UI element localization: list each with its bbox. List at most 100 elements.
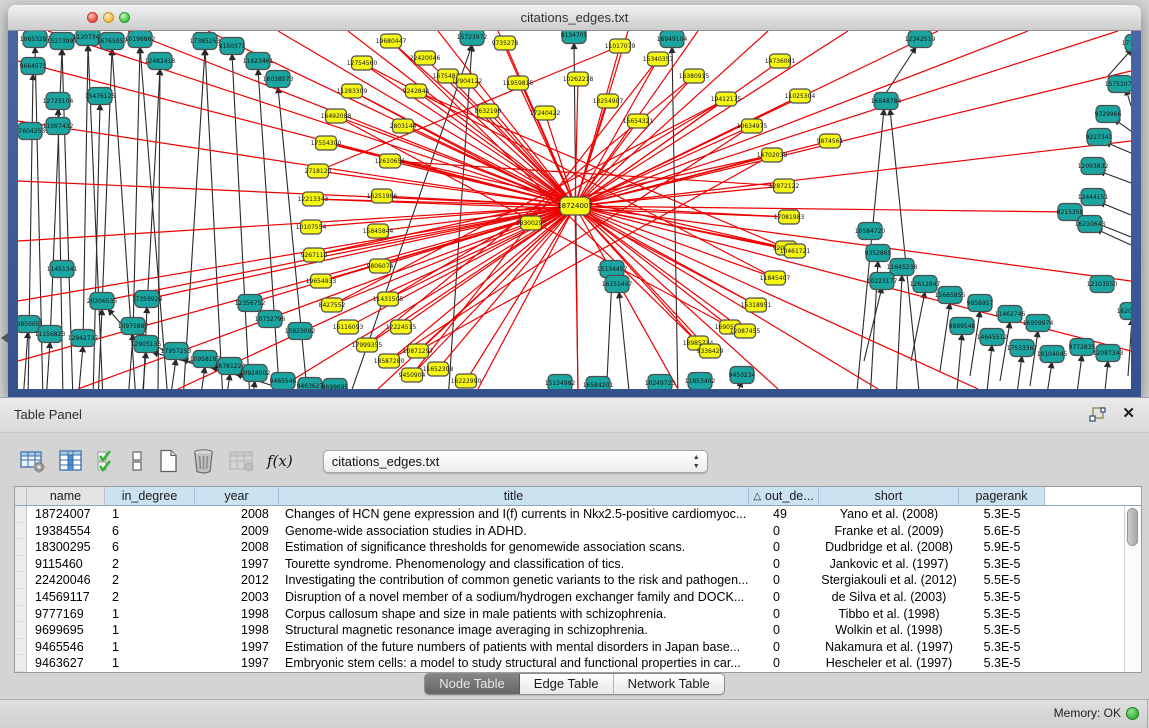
graph-edge-black[interactable] [258,69,280,389]
graph-edge-black[interactable] [986,345,992,389]
graph-edge-black[interactable] [28,74,33,389]
table-row[interactable]: 977716911998Corpus callosum shape and si… [15,606,1124,623]
graph-edge-red[interactable] [505,43,575,206]
table-cell[interactable]: 2 [105,572,195,589]
table-row[interactable]: 1456911722003Disruption of a novel membe… [15,589,1124,606]
table-cell[interactable]: 1997 [195,556,279,573]
graph-edge-black[interactable] [183,49,205,389]
function-builder-icon[interactable]: f(x) [267,452,293,470]
table-source-select[interactable]: citations_edges.txt ▲▼ [323,450,708,473]
graph-edge-black[interactable] [1128,319,1131,376]
table-cell[interactable]: Franke et al. (2009) [819,523,959,540]
close-panel-icon[interactable]: ✕ [1122,404,1135,422]
column-header-in-degree[interactable]: in_degree [105,487,195,505]
table-cell[interactable]: Corpus callosum shape and size in male p… [279,606,749,623]
table-cell[interactable]: 0 [749,639,819,656]
table-row[interactable]: 946362711997Embryonic stem cells: a mode… [15,655,1124,672]
table-cell[interactable]: Nakamura et al. (1997) [819,639,959,656]
row-height-icon[interactable] [130,449,145,473]
delete-column-icon[interactable] [191,448,216,474]
table-body[interactable]: 1872400712008Changes of HCN gene express… [15,506,1124,672]
vertical-scrollbar[interactable] [1124,506,1141,672]
table-cell[interactable]: 0 [749,655,819,672]
graph-edge-red[interactable] [478,206,575,389]
graph-edge-black[interactable] [205,49,223,389]
table-row[interactable]: 2242004622012Investigating the contribut… [15,572,1124,589]
tab-network-table[interactable]: Network Table [614,674,724,694]
graph-edge-black[interactable] [940,303,950,371]
table-cell[interactable]: Tourette syndrome. Phenomenology and cla… [279,556,749,573]
table-cell[interactable]: 1998 [195,622,279,639]
graph-edge-red[interactable] [575,126,752,206]
graph-edge-black[interactable] [232,54,250,389]
graph-edge-black[interactable] [1016,356,1022,389]
memory-status-indicator[interactable] [1126,707,1139,720]
graph-edge-red[interactable] [391,41,575,206]
graph-edge-black[interactable] [1046,362,1052,389]
graph-edge-black[interactable] [911,292,925,361]
table-cell[interactable]: 19384554 [27,523,105,540]
table-cell[interactable]: 5.6E-5 [959,523,1045,540]
table-cell[interactable]: 2 [105,556,195,573]
table-cell[interactable]: 2009 [195,523,279,540]
graph-edge-red[interactable] [575,206,778,389]
graph-edge-red[interactable] [18,206,575,301]
table-row[interactable]: 1872400712008Changes of HCN gene express… [15,506,1124,523]
column-header-pagerank[interactable]: pagerank [959,487,1045,505]
table-cell[interactable]: 0 [749,556,819,573]
table-cell[interactable]: 5.3E-5 [959,639,1045,656]
table-cell[interactable]: 1998 [195,606,279,623]
table-cell[interactable]: Dudbridge et al. (2008) [819,539,959,556]
graph-edge-black[interactable] [1076,355,1082,389]
table-cell[interactable]: 0 [749,572,819,589]
table-cell[interactable]: Tibbo et al. (1998) [819,606,959,623]
graph-edge-black[interactable] [619,292,630,389]
table-cell[interactable]: 9463627 [27,655,105,672]
table-cell[interactable]: 9777169 [27,606,105,623]
table-cell[interactable]: 2003 [195,589,279,606]
scrollbar-thumb[interactable] [1127,508,1138,546]
graph-edge-red[interactable] [575,206,710,351]
table-cell[interactable]: 18724007 [27,506,105,523]
graph-edge-black[interactable] [93,104,100,389]
table-cell[interactable]: 9699695 [27,622,105,639]
table-row[interactable]: 946554611997Estimation of the future num… [15,639,1124,656]
table-cell[interactable]: 0 [749,622,819,639]
table-cell[interactable]: Jankovic et al. (1997) [819,556,959,573]
zoom-window-button[interactable] [119,12,130,23]
table-cell[interactable]: 1 [105,655,195,672]
table-cell[interactable]: 5.5E-5 [959,572,1045,589]
graph-edge-black[interactable] [23,332,28,389]
table-cell[interactable]: Investigating the contribution of common… [279,572,749,589]
table-cell[interactable]: 1997 [195,639,279,656]
graph-edge-red[interactable] [575,31,848,206]
column-header-year[interactable]: year [195,487,279,505]
table-cell[interactable]: 1 [105,506,195,523]
float-panel-icon[interactable] [1089,407,1107,423]
table-cell[interactable]: 49 [749,506,819,523]
table-cell[interactable]: Estimation of significance thresholds fo… [279,539,749,556]
table-cell[interactable]: Changes of HCN gene expression and I(f) … [279,506,749,523]
table-cell[interactable]: 22420046 [27,572,105,589]
graph-edge-black[interactable] [58,109,63,389]
table-cell[interactable]: Disruption of a novel member of a sodium… [279,589,749,606]
column-header-title[interactable]: title [279,487,749,505]
table-cell[interactable]: de Silva et al. (2003) [819,589,959,606]
table-cell[interactable]: 0 [749,589,819,606]
table-cell[interactable]: 0 [749,523,819,540]
table-mode-icon[interactable] [20,449,46,473]
table-cell[interactable]: 5.9E-5 [959,539,1045,556]
show-column-icon[interactable] [58,449,84,473]
graph-edge-red[interactable] [389,126,752,361]
table-cell[interactable]: 5.3E-5 [959,622,1045,639]
table-cell[interactable]: Hescheler et al. (1997) [819,655,959,672]
table-cell[interactable]: 1997 [195,655,279,672]
tab-edge-table[interactable]: Edge Table [520,674,614,694]
table-cell[interactable]: 0 [749,539,819,556]
graph-edge-black[interactable] [1030,331,1038,386]
table-cell[interactable]: 2 [105,589,195,606]
selection-mode-icon[interactable] [96,449,118,473]
table-cell[interactable]: Yano et al. (2008) [819,506,959,523]
node-table[interactable]: namein_degreeyeartitle△out_de...shortpag… [14,486,1142,673]
graph-edge-red[interactable] [575,206,1070,212]
